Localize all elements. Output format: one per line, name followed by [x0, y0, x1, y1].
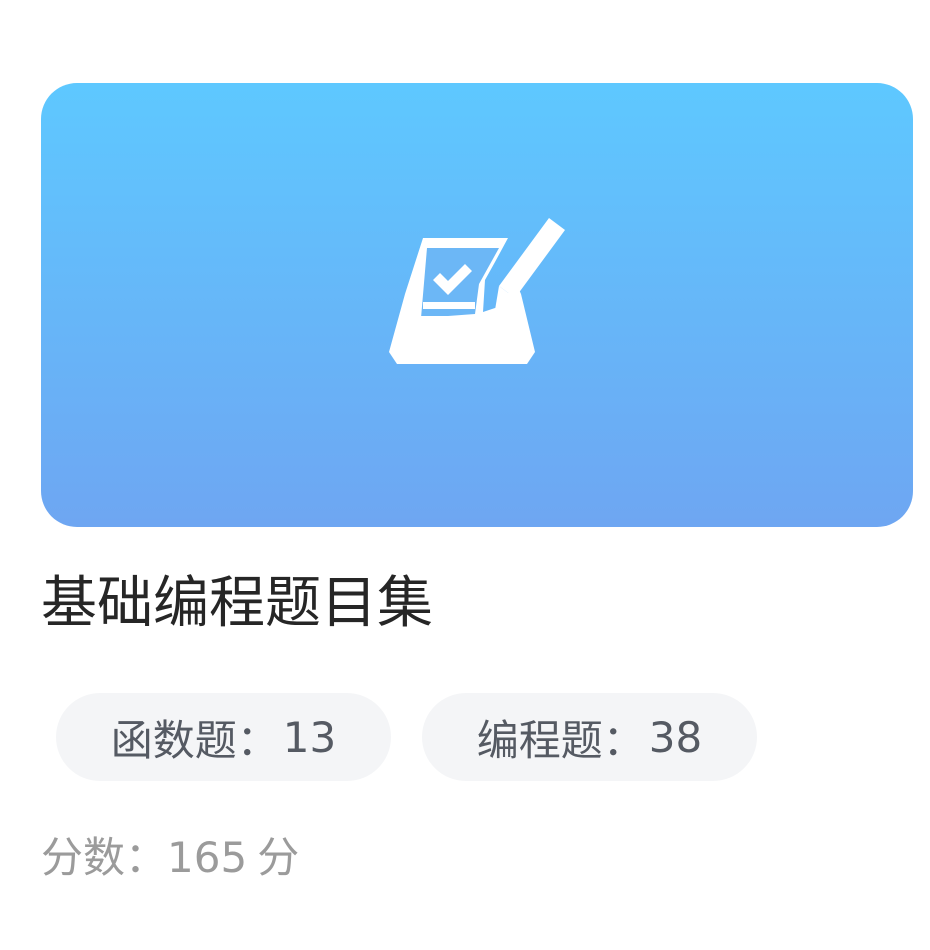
function-questions-tag[interactable]: 函数题： 13: [56, 693, 391, 781]
exam-paper-pencil-icon: [389, 217, 565, 364]
programming-questions-tag[interactable]: 编程题： 38: [422, 693, 757, 781]
score-line: 分数：165 分: [41, 828, 299, 888]
function-questions-label: 函数题: [110, 715, 237, 765]
function-questions-count: 13: [282, 712, 337, 762]
problem-set-card[interactable]: 基础编程题目集 函数题： 13 编程题： 38 分数：165 分: [0, 0, 930, 950]
score-value: 165: [167, 833, 248, 882]
problem-set-title: 基础编程题目集: [41, 571, 433, 636]
function-questions-separator: ：: [236, 715, 279, 765]
score-unit: 分: [257, 833, 300, 882]
score-separator: ：: [125, 833, 168, 882]
score-label: 分数: [41, 833, 126, 882]
problem-set-cover[interactable]: [41, 83, 913, 527]
programming-questions-count: 38: [648, 712, 703, 762]
programming-questions-label: 编程题: [476, 715, 603, 765]
programming-questions-separator: ：: [602, 715, 645, 765]
